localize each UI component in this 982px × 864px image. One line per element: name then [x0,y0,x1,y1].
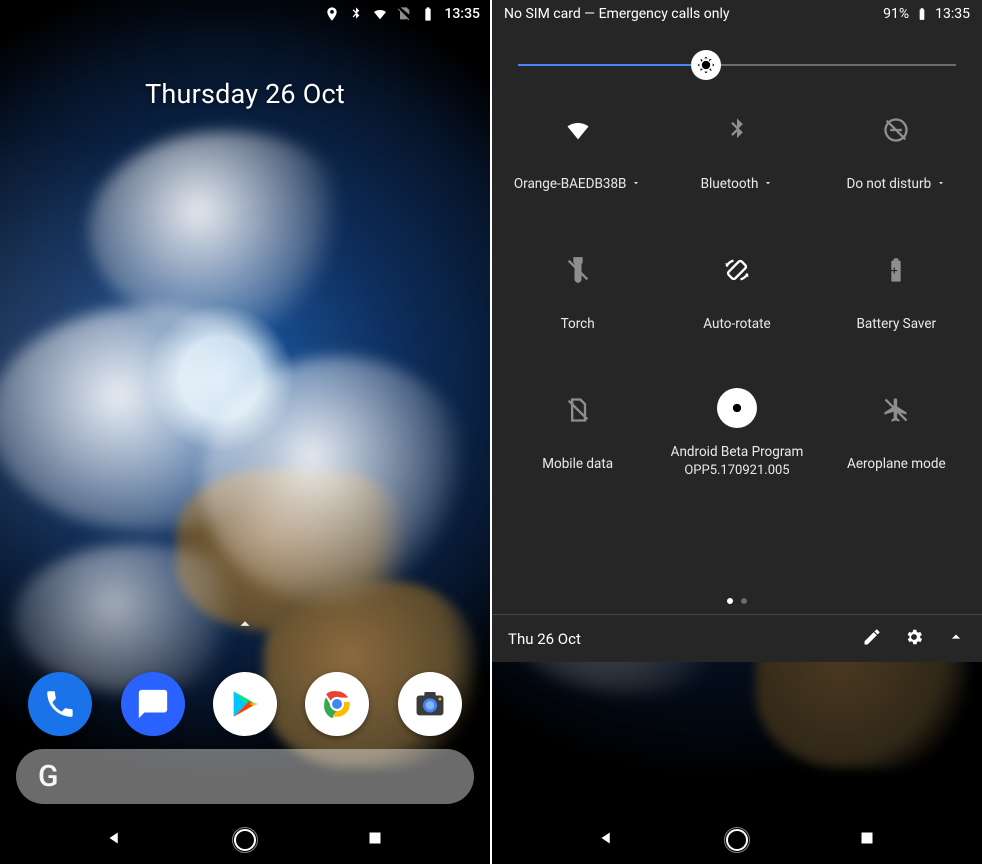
location-icon [324,6,340,22]
apps-drawer-handle[interactable] [234,613,256,639]
google-g: G [38,759,58,794]
wifi-icon [556,108,600,152]
qs-footer: Thu 26 Oct [492,614,982,662]
app-chrome[interactable] [305,672,369,736]
collapse-button[interactable] [946,627,966,651]
battery-saver-icon [874,248,918,292]
chevron-down-icon[interactable] [631,176,641,193]
bluetooth-icon [348,6,364,22]
tile-label: Orange-BAEDB38B [514,176,627,193]
pager-dot-active [727,598,733,604]
chevron-down-icon[interactable] [936,176,946,193]
tile-bluetooth[interactable]: Bluetooth [657,108,816,200]
qs-status-bar: No SIM card — Emergency calls only 91% 1… [492,0,982,22]
nav-home[interactable] [234,829,256,851]
airplane-icon [874,388,918,432]
brightness-thumb[interactable] [691,50,721,80]
tile-dnd[interactable]: Do not disturb [817,108,976,200]
qs-tiles: Orange-BAEDB38B Bluetooth Do not disturb… [492,108,982,480]
tile-airplane[interactable]: Aeroplane mode [817,388,976,480]
pager-dot [741,598,747,604]
search-pill[interactable]: G [16,749,474,804]
tile-label: Battery Saver [857,316,937,333]
sim-status-text: No SIM card — Emergency calls only [504,6,730,22]
nav-recents[interactable] [856,827,878,853]
bluetooth-icon [715,108,759,152]
app-play-store[interactable] [213,672,277,736]
tile-battery-saver[interactable]: Battery Saver [817,248,976,340]
status-time: 13:35 [935,6,970,22]
tile-mobile-data[interactable]: Mobile data [498,388,657,480]
app-camera[interactable] [398,672,462,736]
no-sim-icon [396,6,412,22]
status-bar: 13:35 [0,0,490,28]
wifi-icon [372,6,388,22]
tile-label: Do not disturb [846,176,931,193]
app-phone[interactable] [28,672,92,736]
nav-home[interactable] [726,829,748,851]
battery-icon [915,7,929,21]
phone-home: 13:35 Thursday 26 Oct G [0,0,490,864]
nav-bar [0,816,490,864]
nav-back[interactable] [596,827,618,853]
settings-button[interactable] [904,627,924,651]
tile-wifi[interactable]: Orange-BAEDB38B [498,108,657,200]
tile-label: Auto-rotate [703,316,770,333]
tile-autorotate[interactable]: Auto-rotate [657,248,816,340]
nav-bar [492,816,982,864]
date-widget[interactable]: Thursday 26 Oct [0,78,490,110]
tile-label: Mobile data [542,456,613,473]
chevron-down-icon[interactable] [763,176,773,193]
tile-sublabel: OPP5.170921.005 [684,463,789,479]
beta-icon [717,388,757,428]
nav-back[interactable] [104,827,126,853]
tile-torch[interactable]: Torch [498,248,657,340]
autorotate-icon [715,248,759,292]
footer-date[interactable]: Thu 26 Oct [508,630,581,648]
status-time: 13:35 [444,6,480,22]
brightness-slider[interactable] [518,50,956,80]
tile-label: Aeroplane mode [847,456,946,473]
tile-label: Bluetooth [701,176,759,193]
app-messages[interactable] [121,672,185,736]
qs-pager[interactable] [492,598,982,604]
tile-label: Torch [561,316,595,333]
battery-icon [420,6,436,22]
tile-beta-program[interactable]: Android Beta Program OPP5.170921.005 [657,388,816,480]
torch-icon [556,248,600,292]
dock [0,672,490,736]
dnd-icon [874,108,918,152]
quick-settings-panel: No SIM card — Emergency calls only 91% 1… [492,0,982,662]
nav-recents[interactable] [364,827,386,853]
battery-percent: 91% [883,6,909,22]
phone-quicksettings: G No SIM card — Emergency calls only 91%… [492,0,982,864]
edit-button[interactable] [862,627,882,651]
no-sim-icon [556,388,600,432]
tile-label: Android Beta Program [671,444,804,461]
